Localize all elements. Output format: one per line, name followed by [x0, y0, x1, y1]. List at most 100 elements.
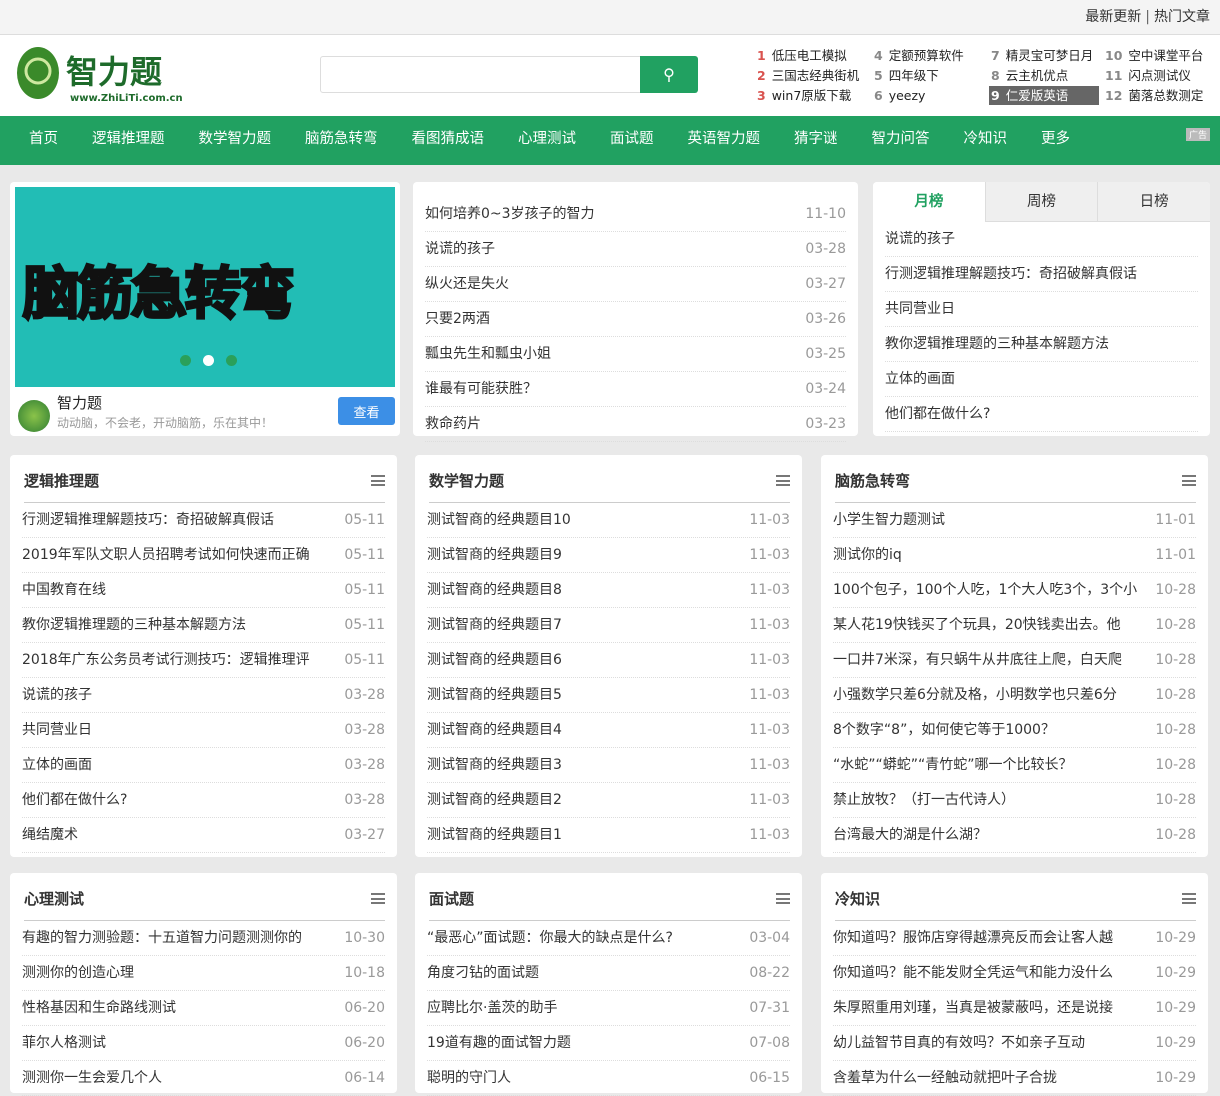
list-menu-icon[interactable]	[371, 893, 385, 904]
list-menu-icon[interactable]	[371, 475, 385, 486]
list-item[interactable]: 应聘比尔·盖茨的助手 07-31	[427, 991, 790, 1026]
hot-search-item[interactable]: 7 精灵宝可梦日月	[989, 46, 1099, 65]
list-item[interactable]: 测试智商的经典题目8 11-03	[427, 573, 790, 608]
list-item[interactable]: 你知道吗？服饰店穿得越漂亮反而会让客人越 10-29	[833, 921, 1196, 956]
list-item[interactable]: 测试智商的经典题目2 11-03	[427, 783, 790, 818]
nav-item[interactable]: 智力问答	[858, 116, 944, 165]
slider-dot[interactable]	[226, 355, 237, 366]
banner-slide[interactable]: 脑筋急转弯	[15, 187, 395, 387]
list-item[interactable]: 性格基因和生命路线测试 06-20	[22, 991, 385, 1026]
list-item[interactable]: “最恶心”面试题：你最大的缺点是什么? 03-04	[427, 921, 790, 956]
tab-ranking[interactable]: 日榜	[1097, 182, 1210, 222]
slider-dot[interactable]	[203, 355, 214, 366]
list-item[interactable]: 说谎的孩子	[885, 222, 1198, 257]
section-title[interactable]: 脑筋急转弯	[835, 470, 910, 491]
hot-articles-link[interactable]: 热门文章	[1154, 9, 1210, 25]
list-item[interactable]: 测测你的创造心理 10-18	[22, 956, 385, 991]
list-item[interactable]: 幼儿益智节目真的有效吗？不如亲子互动 10-29	[833, 1026, 1196, 1061]
list-item[interactable]: 立体的画面 03-28	[22, 748, 385, 783]
nav-item[interactable]: 看图猜成语	[398, 116, 499, 165]
nav-item[interactable]: 面试题	[596, 116, 668, 165]
list-item[interactable]: 禁止放牧？（打一古代诗人） 10-28	[833, 783, 1196, 818]
nav-item[interactable]: 逻辑推理题	[78, 116, 179, 165]
section-title[interactable]: 数学智力题	[429, 470, 504, 491]
list-item[interactable]: 2019年军队文职人员招聘考试如何快速而正确 05-11	[22, 538, 385, 573]
hot-search-item[interactable]: 9 仁爱版英语	[989, 86, 1099, 105]
list-item[interactable]: 救命药片 03-23	[425, 407, 846, 442]
list-item[interactable]: 8个数字“8”，如何使它等于1000？ 10-28	[833, 713, 1196, 748]
list-item[interactable]: 测试智商的经典题目7 11-03	[427, 608, 790, 643]
list-item[interactable]: 谁最有可能获胜？ 03-24	[425, 372, 846, 407]
hot-search-item[interactable]: 6 yeezy	[872, 86, 982, 105]
section-title[interactable]: 逻辑推理题	[24, 470, 99, 491]
hot-search-item[interactable]: 2 三国志经典街机	[755, 66, 865, 85]
hot-search-item[interactable]: 8 云主机优点	[989, 66, 1099, 85]
nav-item[interactable]: 更多	[1027, 116, 1084, 165]
list-item[interactable]: “水蛇”“蟒蛇”“青竹蛇”哪一个比较长？ 10-28	[833, 748, 1196, 783]
nav-item[interactable]: 英语智力题	[674, 116, 775, 165]
list-item[interactable]: 测试你的iq 11-01	[833, 538, 1196, 573]
nav-item[interactable]: 心理测试	[504, 116, 590, 165]
list-menu-icon[interactable]	[776, 893, 790, 904]
list-item[interactable]: 聪明的守门人 06-15	[427, 1061, 790, 1096]
list-item[interactable]: 朱厚照重用刘瑾，当真是被蒙蔽吗，还是说接 10-29	[833, 991, 1196, 1026]
tab-ranking[interactable]: 月榜	[873, 182, 985, 222]
list-item[interactable]: 共同营业日	[885, 292, 1198, 327]
list-item[interactable]: 你知道吗？能不能发财全凭运气和能力没什么 10-29	[833, 956, 1196, 991]
hot-search-item[interactable]: 4 定额预算软件	[872, 46, 982, 65]
list-item[interactable]: 绳结魔术 03-27	[22, 818, 385, 853]
nav-item[interactable]: 数学智力题	[185, 116, 286, 165]
list-item[interactable]: 100个包子，100个人吃，1个大人吃3个，3个小 10-28	[833, 573, 1196, 608]
list-item[interactable]: 测测你一生会爱几个人 06-14	[22, 1061, 385, 1096]
list-item[interactable]: 测试智商的经典题目3 11-03	[427, 748, 790, 783]
list-item[interactable]: 共同营业日 03-28	[22, 713, 385, 748]
list-item[interactable]: 行测逻辑推理解题技巧：奇招破解真假话	[885, 257, 1198, 292]
list-item[interactable]: 测试智商的经典题目10 11-03	[427, 503, 790, 538]
view-button[interactable]: 查看	[338, 397, 395, 425]
list-item[interactable]: 2018年广东公务员考试行测技巧：逻辑推理评 05-11	[22, 643, 385, 678]
list-item[interactable]: 瓢虫先生和瓢虫小姐 03-25	[425, 337, 846, 372]
list-menu-icon[interactable]	[776, 475, 790, 486]
hot-search-item[interactable]: 3 win7原版下载	[755, 86, 865, 105]
list-item[interactable]: 含羞草为什么一经触动就把叶子合拢 10-29	[833, 1061, 1196, 1096]
list-item[interactable]: 说谎的孩子 03-28	[22, 678, 385, 713]
hot-search-item[interactable]: 1 低压电工模拟	[755, 46, 865, 65]
site-logo[interactable]: 智力题 www.ZhiLiTi.com.cn	[14, 45, 189, 105]
hot-search-item[interactable]: 5 四年级下	[872, 66, 982, 85]
list-item[interactable]: 只要2两酒 03-26	[425, 302, 846, 337]
list-item[interactable]: 小学生智力题测试 11-01	[833, 503, 1196, 538]
list-menu-icon[interactable]	[1182, 893, 1196, 904]
list-item[interactable]: 纵火还是失火 03-27	[425, 267, 846, 302]
nav-item[interactable]: 脑筋急转弯	[291, 116, 392, 165]
list-item[interactable]: 说谎的孩子 03-28	[425, 232, 846, 267]
list-item[interactable]: 他们都在做什么?	[885, 397, 1198, 432]
list-item[interactable]: 某人花19快钱买了个玩具，20快钱卖出去。他 10-28	[833, 608, 1196, 643]
list-item[interactable]: 台湾最大的湖是什么湖？ 10-28	[833, 818, 1196, 853]
section-title[interactable]: 冷知识	[835, 888, 880, 909]
search-button[interactable]: ⚲	[640, 56, 698, 93]
nav-item[interactable]: 首页	[15, 116, 72, 165]
list-item[interactable]: 他们都在做什么? 03-28	[22, 783, 385, 818]
list-item[interactable]: 行测逻辑推理解题技巧：奇招破解真假话 05-11	[22, 503, 385, 538]
hot-search-item[interactable]: 12 菌落总数测定	[1103, 86, 1203, 105]
list-item[interactable]: 19道有趣的面试智力题 07-08	[427, 1026, 790, 1061]
list-item[interactable]: 一口井7米深，有只蜗牛从井底往上爬，白天爬 10-28	[833, 643, 1196, 678]
hot-search-item[interactable]: 10 空中课堂平台	[1103, 46, 1203, 65]
list-menu-icon[interactable]	[1182, 475, 1196, 486]
list-item[interactable]: 角度刁钻的面试题 08-22	[427, 956, 790, 991]
section-title[interactable]: 面试题	[429, 888, 474, 909]
section-title[interactable]: 心理测试	[24, 888, 84, 909]
list-item[interactable]: 测试智商的经典题目9 11-03	[427, 538, 790, 573]
list-item[interactable]: 菲尔人格测试 06-20	[22, 1026, 385, 1061]
list-item[interactable]: 中国教育在线 05-11	[22, 573, 385, 608]
latest-updates-link[interactable]: 最新更新	[1085, 9, 1141, 25]
tab-ranking[interactable]: 周榜	[984, 182, 1098, 222]
nav-item[interactable]: 猜字谜	[780, 116, 852, 165]
list-item[interactable]: 立体的画面	[885, 362, 1198, 397]
list-item[interactable]: 有趣的智力测验题：十五道智力问题测测你的 10-30	[22, 921, 385, 956]
list-item[interactable]: 小强数学只差6分就及格，小明数学也只差6分 10-28	[833, 678, 1196, 713]
list-item[interactable]: 教你逻辑推理题的三种基本解题方法	[885, 327, 1198, 362]
search-input[interactable]	[320, 56, 641, 93]
list-item[interactable]: 测试智商的经典题目1 11-03	[427, 818, 790, 853]
list-item[interactable]: 测试智商的经典题目4 11-03	[427, 713, 790, 748]
